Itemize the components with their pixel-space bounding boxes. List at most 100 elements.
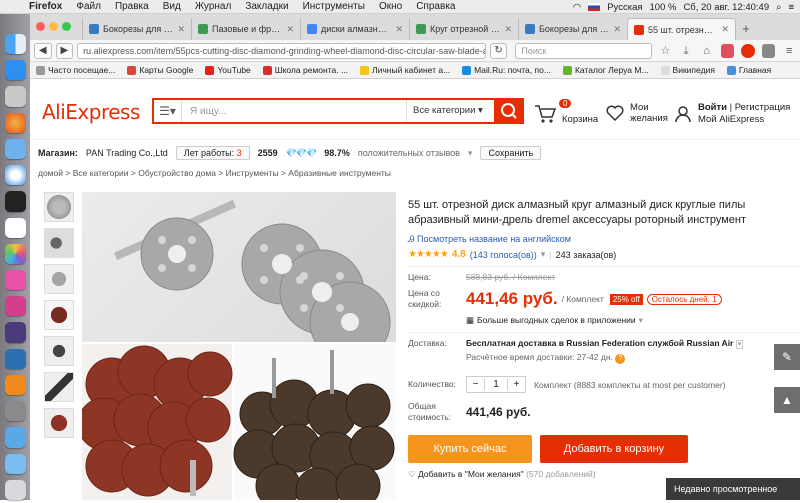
quicktime-icon[interactable] bbox=[4, 348, 26, 369]
quantity-input[interactable]: 1 bbox=[484, 379, 508, 390]
thumbnail-7[interactable] bbox=[44, 408, 74, 438]
hamburger-menu-icon[interactable]: ≡ bbox=[782, 44, 796, 58]
close-tab-icon[interactable]: ✕ bbox=[613, 24, 621, 35]
bookmark-google-maps[interactable]: Карты Google bbox=[127, 65, 193, 75]
menu-window[interactable]: Окно bbox=[372, 1, 409, 12]
menu-app[interactable]: Firefox bbox=[22, 1, 69, 12]
wishlist-link[interactable]: Мои желания bbox=[606, 102, 668, 124]
star-icon[interactable]: ☆ bbox=[659, 44, 673, 58]
save-store-button[interactable]: Сохранить bbox=[480, 146, 542, 160]
menu-bookmarks[interactable]: Закладки bbox=[238, 1, 295, 12]
launchpad-icon[interactable] bbox=[4, 86, 26, 107]
new-tab-button[interactable]: + bbox=[736, 18, 756, 40]
breadcrumb[interactable]: домой > Все категории > Обустройство дом… bbox=[38, 168, 391, 178]
site-search-input[interactable]: Я ищу... bbox=[182, 106, 406, 117]
menu-history[interactable]: Журнал bbox=[188, 1, 239, 12]
itunes-icon[interactable] bbox=[4, 269, 26, 291]
app-store-icon[interactable] bbox=[4, 60, 26, 81]
tab-6-active[interactable]: 55 шт. отрезной диск... ✕ bbox=[627, 18, 736, 40]
rating-votes[interactable]: (143 голоса(ов)) bbox=[470, 250, 537, 260]
input-language[interactable]: Русская bbox=[607, 2, 642, 13]
thumbnail-2[interactable] bbox=[44, 228, 74, 258]
buy-now-button[interactable]: Купить сейчас bbox=[408, 435, 532, 463]
close-tab-icon[interactable]: ✕ bbox=[286, 24, 294, 35]
pocket-icon[interactable] bbox=[720, 43, 735, 58]
vlc-icon[interactable] bbox=[4, 374, 26, 396]
books-icon[interactable] bbox=[4, 322, 26, 343]
register-link[interactable]: Регистрация bbox=[735, 102, 791, 113]
thumbnail-5[interactable] bbox=[44, 336, 74, 366]
chevron-down-icon[interactable]: ▾ bbox=[639, 315, 643, 326]
close-window-icon[interactable] bbox=[36, 22, 45, 31]
cart-link[interactable]: 0 Корзина bbox=[534, 99, 598, 125]
zoom-window-icon[interactable] bbox=[62, 22, 71, 31]
category-select[interactable]: Все категории ▾ bbox=[406, 100, 494, 122]
recently-viewed-button[interactable]: Недавно просмотренное bbox=[666, 478, 800, 500]
thumbnail-6[interactable] bbox=[44, 372, 74, 402]
reload-button[interactable]: ↻ bbox=[489, 42, 508, 59]
add-to-cart-button[interactable]: Добавить в корзину bbox=[540, 435, 688, 463]
chevron-down-icon[interactable]: ▾ bbox=[541, 249, 546, 260]
increase-button[interactable]: + bbox=[508, 379, 525, 390]
browser-search-input[interactable]: Поиск bbox=[515, 42, 652, 59]
login-link[interactable]: Войти bbox=[698, 102, 727, 113]
terminal-icon[interactable] bbox=[4, 191, 26, 212]
tab-5[interactable]: Бокорезы для стали... ✕ bbox=[518, 18, 627, 40]
close-tab-icon[interactable]: ✕ bbox=[721, 24, 729, 35]
url-bar[interactable]: ru.aliexpress.com/item/55pcs-cutting-dis… bbox=[77, 42, 486, 59]
home-icon[interactable]: ⌂ bbox=[700, 44, 714, 58]
app-deals-link[interactable]: Больше выгодных сделок в приложении bbox=[477, 315, 636, 325]
delivery-option[interactable]: Бесплатная доставка в Russian Federation… bbox=[466, 338, 733, 348]
menu-view[interactable]: Вид bbox=[156, 1, 188, 12]
search-button[interactable] bbox=[494, 98, 524, 124]
addon-icon[interactable] bbox=[741, 43, 755, 58]
close-tab-icon[interactable]: ✕ bbox=[177, 24, 185, 35]
close-tab-icon[interactable]: ✕ bbox=[504, 24, 512, 35]
my-aliexpress-link[interactable]: Мой AliExpress bbox=[698, 114, 764, 125]
bookmark-school[interactable]: Школа ремонта. ... bbox=[262, 65, 348, 75]
chevron-down-icon[interactable]: ▾ bbox=[735, 340, 744, 349]
translate-link[interactable]: Ꭿ Посмотреть название на английском bbox=[408, 234, 800, 245]
trash-icon[interactable] bbox=[4, 479, 26, 500]
clock[interactable]: Сб, 20 авг. 12:40:49 bbox=[683, 2, 769, 13]
aliexpress-logo[interactable]: AliExpress bbox=[42, 100, 140, 124]
wifi-icon[interactable]: ◠ bbox=[573, 2, 581, 13]
bookmark-youtube[interactable]: YouTube bbox=[205, 65, 251, 75]
bookmark-most-visited[interactable]: Часто посещае... bbox=[36, 65, 115, 75]
flag-icon[interactable] bbox=[588, 3, 601, 11]
back-button[interactable]: ◀ bbox=[34, 42, 52, 59]
category-menu-icon[interactable]: ☰▾ bbox=[154, 100, 182, 122]
bookmark-wikipedia[interactable]: Википедия bbox=[660, 65, 715, 75]
bookmark-home[interactable]: Главная bbox=[726, 65, 771, 75]
menu-edit[interactable]: Правка bbox=[108, 1, 156, 12]
thumbnail-3[interactable] bbox=[44, 264, 74, 294]
tab-4[interactable]: Круг отрезной алма... ✕ bbox=[409, 18, 518, 40]
menu-file[interactable]: Файл bbox=[69, 1, 108, 12]
notifications-icon[interactable]: ≡ bbox=[788, 2, 794, 13]
chevron-down-icon[interactable]: ▾ bbox=[468, 148, 473, 159]
product-secondary-image[interactable] bbox=[77, 344, 396, 503]
firefox-icon[interactable] bbox=[4, 112, 26, 133]
store-positive-label[interactable]: положительных отзывов bbox=[358, 148, 460, 158]
music-icon[interactable] bbox=[4, 296, 26, 317]
calendar-icon[interactable] bbox=[4, 217, 26, 238]
store-name-link[interactable]: PAN Trading Co.,Ltd bbox=[86, 148, 168, 158]
thumbnail-4[interactable] bbox=[44, 300, 74, 330]
spotlight-icon[interactable]: ⌕ bbox=[776, 2, 781, 13]
tab-1[interactable]: Бокорезы для стали... ✕ bbox=[82, 18, 191, 40]
battery-level[interactable]: 100 % bbox=[650, 2, 677, 13]
download-icon[interactable]: ⤓ bbox=[679, 44, 693, 58]
scroll-top-icon[interactable]: ▲ bbox=[774, 387, 800, 413]
help-icon[interactable]: ? bbox=[615, 354, 626, 364]
extension-icon[interactable] bbox=[761, 43, 776, 58]
edit-icon[interactable]: ✎ bbox=[774, 344, 800, 370]
documents-folder-icon[interactable] bbox=[4, 453, 26, 474]
close-tab-icon[interactable]: ✕ bbox=[395, 24, 403, 35]
tab-3[interactable]: диски алмазные для ... ✕ bbox=[300, 18, 409, 40]
minimize-window-icon[interactable] bbox=[49, 22, 58, 31]
thumbnail-1[interactable] bbox=[44, 192, 74, 222]
finder-icon[interactable] bbox=[4, 34, 26, 55]
menu-help[interactable]: Справка bbox=[409, 1, 462, 12]
preferences-icon[interactable] bbox=[4, 401, 26, 422]
bookmark-account[interactable]: Личный кабинет а... bbox=[360, 65, 450, 75]
